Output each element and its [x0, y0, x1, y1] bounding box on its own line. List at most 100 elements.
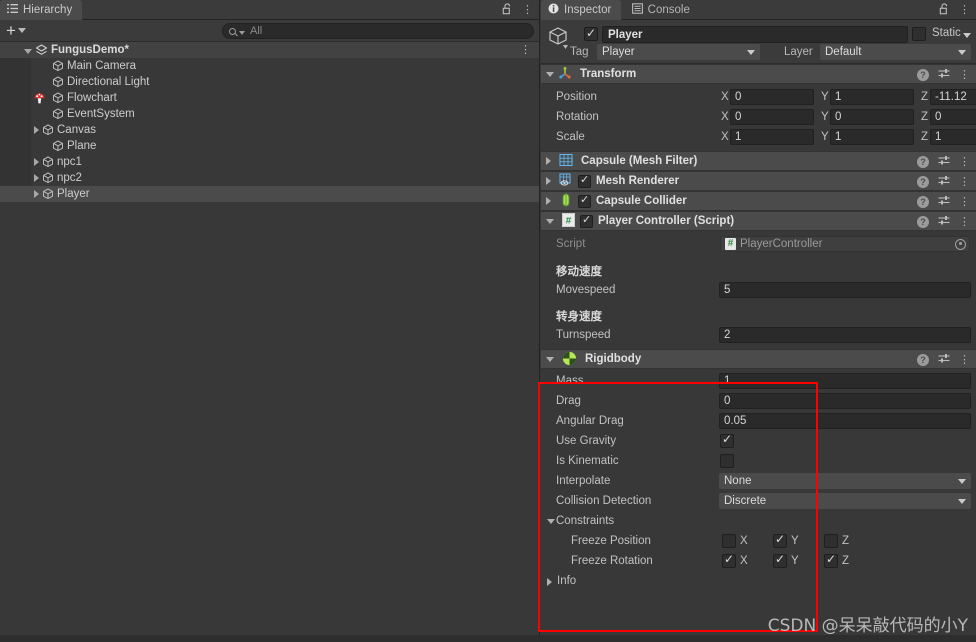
gameobject-enabled-checkbox[interactable]	[584, 25, 598, 41]
component-header-rigidbody[interactable]: Rigidbody? ⋮	[541, 349, 976, 369]
freeze-rotation-z-checkbox[interactable]	[824, 551, 838, 568]
foldout-arrow-icon[interactable]	[546, 177, 551, 185]
kebab-menu-icon[interactable]: ⋮	[959, 5, 970, 16]
mass-input[interactable]: 1	[719, 373, 971, 389]
turnspeed-input[interactable]: 2	[719, 327, 971, 343]
static-dropdown-chevron-icon[interactable]	[963, 33, 971, 38]
script-object-field[interactable]: # PlayerController	[720, 236, 970, 252]
help-icon[interactable]: ?	[917, 156, 929, 168]
transform-rotation-x-input[interactable]: 0	[730, 109, 814, 125]
kebab-menu-icon[interactable]: ⋮	[520, 43, 531, 56]
foldout-arrow-icon[interactable]	[546, 356, 554, 362]
freeze-position-y-checkbox[interactable]	[773, 531, 787, 548]
foldout-arrow-icon[interactable]	[34, 126, 39, 134]
hierarchy-item-npc1[interactable]: npc1	[0, 154, 539, 170]
gameobject-name-field[interactable]: Player	[602, 26, 908, 43]
collision-detection-dropdown[interactable]: Discrete	[719, 493, 971, 509]
tab-hierarchy[interactable]: Hierarchy	[0, 0, 83, 20]
help-icon[interactable]: ?	[917, 354, 929, 366]
hierarchy-item-directional-light[interactable]: Directional Light	[0, 74, 539, 90]
static-checkbox[interactable]	[912, 27, 926, 41]
preset-icon[interactable]	[938, 215, 950, 229]
component-header-capsule-mesh-filter-[interactable]: Capsule (Mesh Filter)? ⋮	[541, 151, 976, 171]
foldout-arrow-icon[interactable]	[34, 190, 39, 198]
gameobject-cube-icon	[52, 140, 64, 152]
rigidbody-row-collision-detection: Collision Detection Discrete	[541, 491, 976, 511]
transform-rotation-y-input[interactable]: 0	[830, 109, 914, 125]
hierarchy-item-flowchart[interactable]: Flowchart	[0, 90, 539, 106]
hierarchy-item-player[interactable]: Player	[0, 186, 539, 202]
preset-icon[interactable]	[938, 155, 950, 169]
kebab-menu-icon[interactable]: ⋮	[959, 70, 970, 81]
freeze-rotation-x-checkbox[interactable]	[722, 551, 736, 568]
transform-position-y-input[interactable]: 1	[830, 89, 914, 105]
angular-drag-input[interactable]: 0.05	[719, 413, 971, 429]
layer-dropdown[interactable]: Default	[820, 44, 971, 60]
create-button[interactable]: +	[6, 22, 26, 39]
preset-icon[interactable]	[938, 353, 950, 367]
search-input[interactable]: All	[222, 23, 534, 39]
hierarchy-item-eventsystem[interactable]: EventSystem	[0, 106, 539, 122]
preset-icon[interactable]	[938, 175, 950, 189]
movespeed-input[interactable]: 5	[719, 282, 971, 298]
kebab-menu-icon[interactable]: ⋮	[959, 157, 970, 168]
transform-rotation-z-input[interactable]: 0	[930, 109, 976, 125]
kebab-menu-icon[interactable]: ⋮	[959, 217, 970, 228]
kebab-menu-icon[interactable]: ⋮	[522, 5, 533, 16]
freeze-position-z-checkbox[interactable]	[824, 534, 838, 548]
lock-open-icon[interactable]	[939, 3, 950, 17]
tab-console[interactable]: Console	[625, 0, 700, 20]
component-header-mesh-renderer[interactable]: Mesh Renderer? ⋮	[541, 171, 976, 191]
interpolate-dropdown[interactable]: None	[719, 473, 971, 489]
hierarchy-item-plane[interactable]: Plane	[0, 138, 539, 154]
component-header-transform[interactable]: Transform ? ⋮	[541, 64, 976, 84]
kebab-menu-icon[interactable]: ⋮	[959, 355, 970, 366]
preset-icon[interactable]	[938, 68, 950, 82]
foldout-arrow-icon[interactable]	[547, 578, 552, 586]
foldout-arrow-icon[interactable]	[546, 218, 554, 224]
tab-inspector[interactable]: Inspector	[541, 0, 622, 20]
foldout-arrow-icon[interactable]	[546, 157, 551, 165]
transform-scale-y-input[interactable]: 1	[830, 129, 914, 145]
object-picker-icon[interactable]	[955, 238, 966, 250]
hierarchy-item-npc2[interactable]: npc2	[0, 170, 539, 186]
drag-input[interactable]: 0	[719, 393, 971, 409]
foldout-arrow-icon[interactable]	[546, 71, 554, 77]
help-icon[interactable]: ?	[917, 69, 929, 81]
lock-open-icon[interactable]	[502, 3, 513, 17]
constraints-foldout[interactable]: Constraints	[541, 511, 976, 531]
foldout-arrow-icon[interactable]	[34, 174, 39, 182]
component-enabled-checkbox[interactable]	[580, 212, 593, 228]
component-enabled-checkbox[interactable]	[578, 172, 591, 188]
hierarchy-panel: Hierarchy ⋮ + All FungusDemo* ⋮ Main Cam…	[0, 0, 540, 642]
foldout-arrow-icon[interactable]	[546, 197, 551, 205]
foldout-arrow-icon[interactable]	[24, 48, 32, 54]
fungus-mushroom-icon	[33, 92, 46, 105]
component-header-player-controller[interactable]: # Player Controller (Script)? ⋮	[541, 211, 976, 231]
foldout-arrow-icon[interactable]	[547, 519, 555, 524]
hierarchy-item-scene[interactable]: FungusDemo* ⋮	[0, 42, 539, 58]
tag-dropdown[interactable]: Player	[597, 44, 760, 60]
tab-inspector-label: Inspector	[564, 4, 612, 16]
info-foldout[interactable]: Info	[541, 571, 976, 591]
is-kinematic-checkbox[interactable]	[720, 454, 734, 468]
transform-position-z-input[interactable]: -11.12	[930, 89, 976, 105]
hierarchy-item-main-camera[interactable]: Main Camera	[0, 58, 539, 74]
transform-scale-z-input[interactable]: 1	[930, 129, 976, 145]
foldout-arrow-icon[interactable]	[34, 158, 39, 166]
transform-position-x-input[interactable]: 0	[730, 89, 814, 105]
component-enabled-checkbox[interactable]	[578, 192, 591, 208]
component-header-capsule-collider[interactable]: Capsule Collider? ⋮	[541, 191, 976, 211]
kebab-menu-icon[interactable]: ⋮	[959, 197, 970, 208]
use-gravity-checkbox[interactable]	[720, 431, 734, 448]
help-icon[interactable]: ?	[917, 216, 929, 228]
transform-scale-x-input[interactable]: 1	[730, 129, 814, 145]
freeze-position-x-checkbox[interactable]	[722, 534, 736, 548]
preset-icon[interactable]	[938, 195, 950, 209]
hierarchy-item-canvas[interactable]: Canvas	[0, 122, 539, 138]
freeze-rotation-y-checkbox[interactable]	[773, 551, 787, 568]
help-icon[interactable]: ?	[917, 196, 929, 208]
help-icon[interactable]: ?	[917, 176, 929, 188]
property-label: Freeze Position	[571, 535, 651, 547]
kebab-menu-icon[interactable]: ⋮	[959, 177, 970, 188]
